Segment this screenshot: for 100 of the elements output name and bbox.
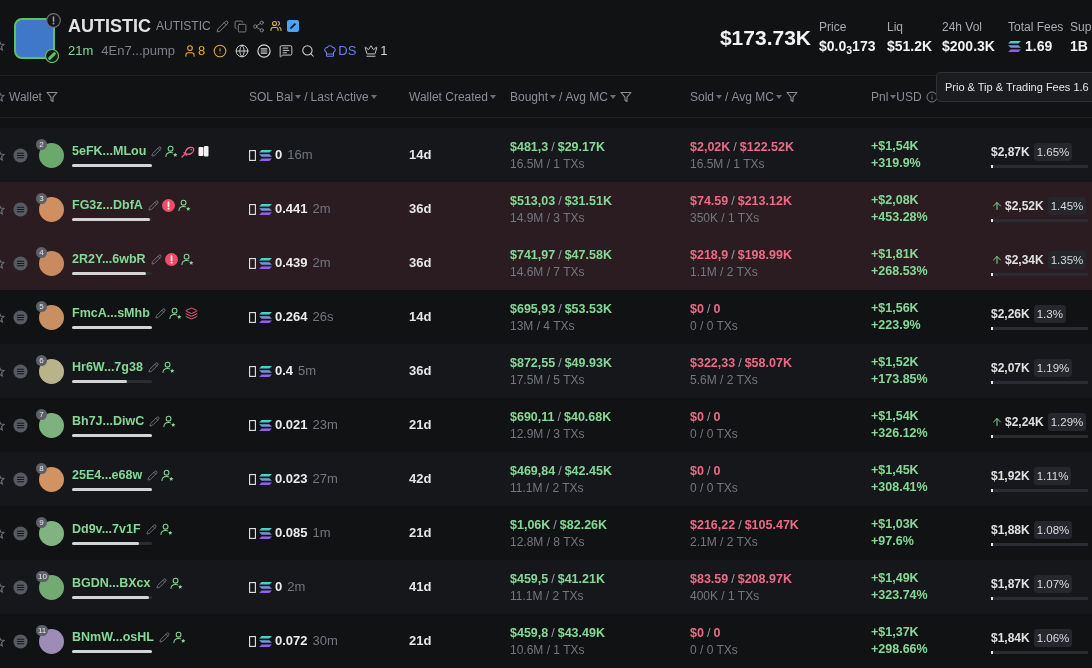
list-icon[interactable] (257, 44, 272, 58)
wallet-address-link[interactable]: Bh7J...DiwC (72, 412, 145, 431)
copy-icon[interactable] (233, 19, 247, 33)
column-label[interactable]: Bought (510, 87, 549, 106)
filter-icon[interactable] (45, 90, 58, 103)
user-star-icon[interactable] (172, 631, 186, 644)
alert-icon[interactable] (213, 44, 228, 58)
edit-icon[interactable] (149, 416, 161, 427)
wallet-address-link[interactable]: 5eFK...MLou (72, 142, 147, 161)
wallet-address-link[interactable]: Dd9v...7v1F (72, 520, 141, 539)
table-row[interactable]: 4 2R2Y...6wbR 0.439 2m 36d $741,97 / $47.58K 14.6M / 7 TXs $218,9 / $198.99K 1.1M / 2 TXs +$1,81K +268.53% $2,34K 1.35% (0, 236, 1092, 290)
table-row[interactable]: 10 BGDN...BXcx 0 2m 41d $459,5 / $41.21K 11.1M / 2 TXs $83.59 / $208.97K 400K / 1 TXs +$1,49K +323.74% $1,87K 1.07% (0, 560, 1092, 614)
user-star-icon[interactable] (161, 469, 175, 482)
wallet-address-link[interactable]: BNmW...osHL (72, 628, 154, 647)
user-star-icon[interactable] (159, 523, 173, 536)
sol-icon (259, 365, 272, 377)
menu-icon[interactable] (13, 525, 28, 541)
column-label[interactable]: Last Active (310, 87, 369, 106)
edit-icon[interactable] (147, 470, 159, 481)
wallet-address-link[interactable]: FG3z...DbfA (72, 196, 143, 215)
info-icon[interactable] (925, 90, 938, 103)
dev-label[interactable]: DS (338, 41, 357, 61)
edit-icon[interactable] (150, 254, 162, 265)
user-star-icon[interactable] (163, 415, 177, 428)
menu-icon[interactable] (13, 363, 28, 379)
table-row[interactable]: 2 5eFK...MLou 0 16m 14d $481,3 / $29.17K 16.5M / 1 TXs $2,02K / $122.52K 16.5M / 1 TXs +$1,54K +319.9% $2,87K 1.65% (0, 128, 1092, 182)
share-icon[interactable] (251, 19, 265, 33)
star-icon[interactable] (0, 149, 5, 161)
column-label[interactable]: Sold (690, 87, 715, 106)
chat-icon[interactable] (279, 44, 294, 58)
box-icon (249, 419, 256, 431)
market-cap: $173.73K (719, 24, 811, 51)
bought-amount: $459,8 (510, 625, 549, 641)
column-label[interactable]: Avg MC (731, 87, 774, 106)
table-row[interactable]: 8 25E4...e68w 0.023 27m 42d $469,84 / $42.45K 11.1M / 2 TXs $0 / 0 0 / 0 TXs +$1,45K +308.41% $1,92K 1.11% (0, 452, 1092, 506)
column-label[interactable]: USD (896, 87, 922, 106)
caret-icon[interactable] (890, 94, 897, 99)
wallet-address-link[interactable]: 2R2Y...6wbR (72, 250, 146, 269)
wallet-address-link[interactable]: 25E4...e68w (72, 466, 143, 485)
edit-icon[interactable] (215, 19, 229, 33)
filter-icon[interactable] (619, 90, 632, 103)
menu-icon[interactable] (13, 417, 28, 433)
edit-icon[interactable] (151, 146, 163, 157)
user-star-icon[interactable] (169, 577, 183, 590)
caret-icon[interactable] (550, 94, 557, 99)
column-label[interactable]: Wallet (9, 87, 42, 106)
menu-icon[interactable] (13, 147, 28, 163)
star-icon[interactable] (0, 581, 5, 593)
column-label[interactable]: Avg MC (565, 87, 608, 106)
token-address[interactable]: 4En7...pump (101, 41, 175, 61)
star-icon[interactable] (0, 365, 5, 377)
table-row[interactable]: 6 Hr6W...7g38 0.4 5m 36d $872,55 / $49.93K 17.5M / 5 TXs $322,33 / $58.07K 5.6M / 2 TXs +$1,52K +173.85% $2,07K 1.19% (0, 344, 1092, 398)
star-icon[interactable] (0, 419, 5, 431)
menu-icon[interactable] (13, 201, 28, 217)
star-icon[interactable] (0, 91, 5, 102)
globe-icon[interactable] (235, 44, 250, 58)
edit-icon[interactable] (158, 632, 170, 643)
column-label[interactable]: Pnl (871, 87, 889, 106)
edit-icon[interactable] (154, 308, 166, 319)
user-star-icon[interactable] (168, 307, 182, 320)
star-icon[interactable] (0, 527, 5, 539)
bought-detail: 16.5M / 1 TXs (510, 156, 586, 171)
user-star-icon[interactable] (177, 199, 191, 212)
edit-icon[interactable] (155, 578, 167, 589)
star-icon[interactable] (0, 473, 5, 485)
user-star-icon[interactable] (180, 253, 194, 266)
caret-icon[interactable] (295, 94, 302, 99)
wallet-address-link[interactable]: BGDN...BXcx (72, 574, 151, 593)
users-icon[interactable] (269, 20, 282, 33)
star-icon[interactable] (0, 311, 5, 323)
menu-icon[interactable] (13, 633, 28, 649)
star-icon[interactable] (0, 40, 5, 51)
menu-icon[interactable] (13, 471, 28, 487)
wallet-address-link[interactable]: FmcA...sMhb (72, 304, 150, 323)
caret-icon[interactable] (489, 94, 496, 99)
sold-amount: $74.59 (690, 193, 729, 209)
caret-icon[interactable] (716, 94, 723, 99)
filter-icon[interactable] (785, 90, 798, 103)
star-icon[interactable] (0, 257, 5, 269)
caret-icon[interactable] (370, 94, 377, 99)
pen-square-icon[interactable] (286, 20, 299, 33)
edit-icon[interactable] (145, 524, 157, 535)
menu-icon[interactable] (13, 579, 28, 595)
menu-icon[interactable] (13, 255, 28, 271)
wallet-address-link[interactable]: Hr6W...7g38 (72, 358, 143, 377)
caret-icon[interactable] (775, 94, 782, 99)
wallet-age-text: 36d (409, 200, 432, 219)
column-label[interactable]: Wallet Created (409, 87, 488, 106)
edit-icon[interactable] (147, 200, 159, 211)
star-icon[interactable] (0, 203, 5, 215)
user-star-icon[interactable] (161, 361, 175, 374)
caret-icon[interactable] (609, 94, 616, 99)
search-icon[interactable] (301, 44, 316, 58)
table-row[interactable]: 3 FG3z...DbfA 0.441 2m 36d $513,03 / $31.51K 14.9M / 3 TXs $74.59 / $213.12K 350K / 1 TXs +$2,08K +453.28% $2,52K 1.45% (0, 182, 1092, 236)
menu-icon[interactable] (13, 309, 28, 325)
user-star-icon[interactable] (165, 145, 179, 158)
token-name: AUTISTIC (68, 15, 151, 39)
star-icon[interactable] (0, 635, 5, 647)
column-label[interactable]: SOL Bal (249, 87, 294, 106)
edit-icon[interactable] (147, 362, 159, 373)
